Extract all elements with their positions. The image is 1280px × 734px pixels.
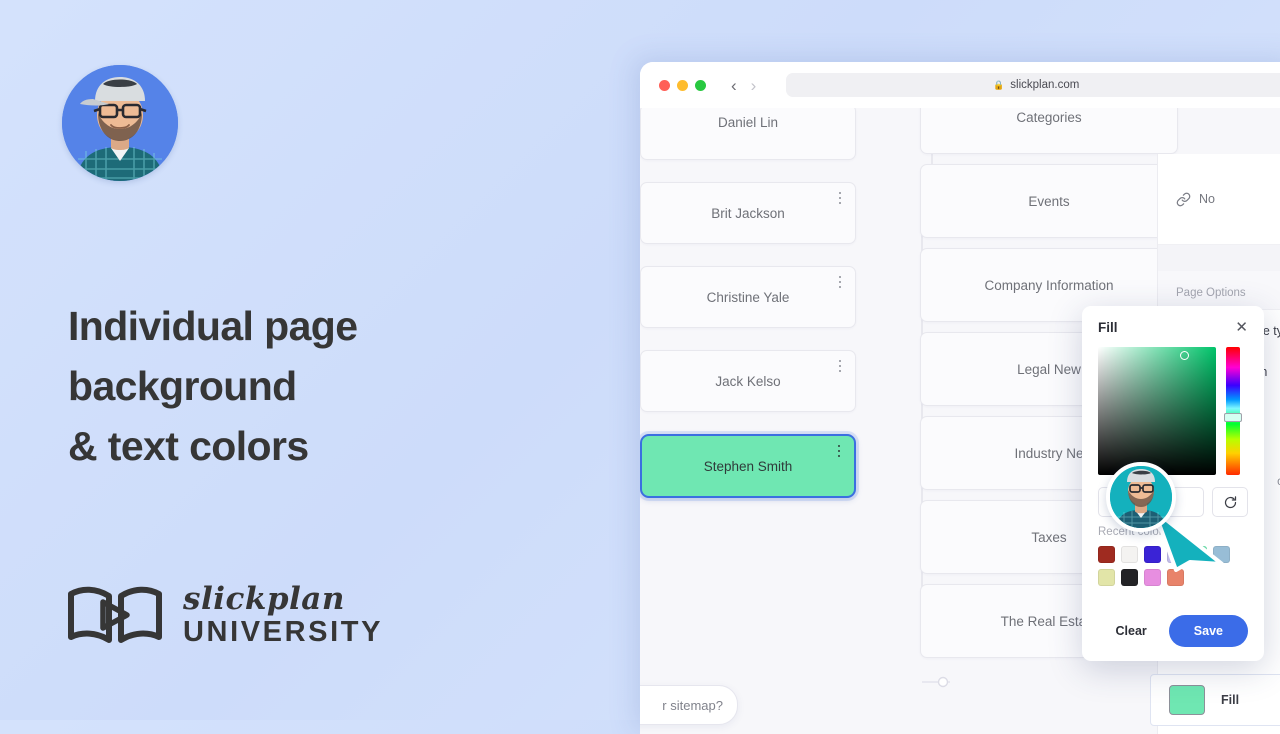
card-label: Stephen Smith — [703, 458, 793, 474]
recent-swatch[interactable] — [1098, 569, 1115, 586]
recent-swatch[interactable] — [1167, 569, 1184, 586]
recent-swatch[interactable] — [1121, 569, 1138, 586]
card-label: Events — [1028, 193, 1070, 209]
reset-icon — [1224, 495, 1236, 508]
hue-slider[interactable] — [1224, 347, 1242, 475]
address-bar-url: slickplan.com — [1010, 79, 1080, 91]
address-bar[interactable]: 🔒 slickplan.com — [786, 73, 1280, 97]
saturation-value-field[interactable] — [1098, 347, 1216, 475]
promo-panel: Individual page background & text colors… — [0, 0, 640, 720]
link-row[interactable]: No — [1158, 154, 1280, 245]
panel-divider — [1158, 245, 1280, 271]
card-label: Christine Yale — [706, 289, 790, 305]
fill-color-swatch[interactable] — [1169, 685, 1205, 715]
logo-script-text: slickplan — [183, 580, 345, 617]
sitemap-card-brit-jackson[interactable]: Brit Jackson — [640, 182, 856, 244]
sv-handle[interactable] — [1180, 351, 1189, 360]
sitemap-card-categories[interactable]: Categories — [920, 108, 1178, 154]
page-options-header: Page Options — [1158, 271, 1280, 310]
reset-button[interactable] — [1212, 487, 1248, 517]
recent-swatch[interactable] — [1098, 546, 1115, 563]
logo-wordmark: slickplan UNIVERSITY — [183, 580, 384, 648]
recent-swatch[interactable] — [1144, 569, 1161, 586]
card-label: Daniel Lin — [717, 115, 779, 130]
hex-input-row[interactable] — [1098, 487, 1248, 517]
recent-colors-swatches[interactable] — [1098, 546, 1250, 586]
close-icon[interactable]: ✕ — [1235, 320, 1248, 335]
window-controls[interactable] — [659, 79, 706, 91]
open-book-play-icon — [68, 586, 162, 643]
card-menu-icon[interactable] — [834, 191, 846, 205]
save-button[interactable]: Save — [1168, 615, 1248, 647]
card-label: Jack Kelso — [715, 373, 781, 389]
popover-header: Fill ✕ — [1098, 320, 1248, 335]
fill-row-label: Fill — [1221, 693, 1240, 707]
sitemap-column-people: Daniel Lin Brit Jackson Christine Yale J… — [640, 108, 856, 520]
pill-label: r sitemap? — [662, 697, 723, 713]
screenshot-root: Individual page background & text colors… — [0, 0, 1280, 734]
fill-color-popover[interactable]: Fill ✕ Recent colors Clear Save — [1082, 306, 1264, 661]
sitemap-card-christine-yale[interactable]: Christine Yale — [640, 266, 856, 328]
page-title: Individual page background & text colors — [68, 296, 538, 476]
card-menu-icon[interactable] — [833, 444, 845, 458]
card-label: Company Information — [984, 277, 1114, 293]
sitemap-card-stephen-smith-selected[interactable]: Stephen Smith — [640, 434, 856, 498]
hue-slider-handle[interactable] — [1224, 413, 1242, 422]
popover-title: Fill — [1098, 320, 1118, 335]
card-menu-icon[interactable] — [834, 275, 846, 289]
lock-icon: 🔒 — [993, 79, 1005, 90]
color-picker-area[interactable] — [1098, 347, 1248, 475]
sitemap-card-jack-kelso[interactable]: Jack Kelso — [640, 350, 856, 412]
link-icon — [1176, 192, 1191, 206]
sitemap-card-daniel-lin[interactable]: Daniel Lin — [640, 108, 856, 160]
hex-input[interactable] — [1098, 487, 1204, 517]
recent-colors-label: Recent colors — [1098, 526, 1169, 538]
card-label: Taxes — [1031, 529, 1067, 545]
back-icon[interactable]: ‹ — [731, 77, 737, 94]
recent-swatch[interactable] — [1167, 546, 1184, 563]
card-menu-icon[interactable] — [834, 359, 846, 373]
card-label: Industry Ne — [1014, 445, 1084, 461]
logo-university-text: UNIVERSITY — [183, 615, 384, 648]
minimize-window-button[interactable] — [677, 79, 688, 91]
slickplan-university-logo: slickplan UNIVERSITY — [66, 582, 383, 648]
recent-swatch[interactable] — [1121, 546, 1138, 563]
sitemap-help-pill[interactable]: r sitemap? — [640, 685, 738, 725]
recent-swatch[interactable] — [1190, 546, 1207, 563]
recent-swatch[interactable] — [1213, 546, 1230, 563]
card-label: Categories — [1016, 109, 1082, 125]
clear-button[interactable]: Clear — [1110, 623, 1153, 639]
popover-actions: Clear Save — [1098, 615, 1248, 647]
headline-line-1: Individual page — [68, 303, 358, 349]
card-label: Legal New — [1017, 361, 1081, 377]
fill-color-row[interactable]: Fill — [1150, 674, 1280, 726]
headline-line-2: background — [68, 363, 297, 409]
sitemap-card-events[interactable]: Events — [920, 164, 1178, 238]
recent-swatch[interactable] — [1144, 546, 1161, 563]
close-window-button[interactable] — [659, 79, 670, 91]
link-row-label: No — [1199, 192, 1215, 206]
avatar — [62, 65, 178, 181]
browser-chrome: ‹ › 🔒 slickplan.com — [640, 62, 1280, 108]
card-label: Brit Jackson — [711, 205, 785, 221]
maximize-window-button[interactable] — [695, 79, 706, 91]
avatar-illustration — [62, 65, 178, 181]
headline-line-3: & text colors — [68, 423, 309, 469]
forward-icon[interactable]: › — [751, 77, 757, 94]
navigation-buttons[interactable]: ‹ › — [731, 77, 756, 94]
